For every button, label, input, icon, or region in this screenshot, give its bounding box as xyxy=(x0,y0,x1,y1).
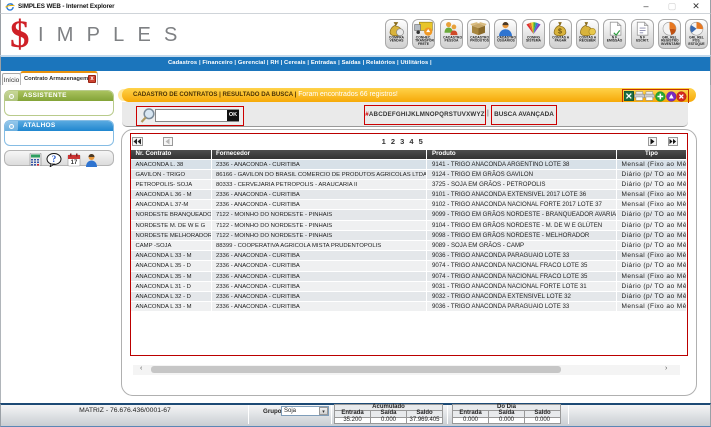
svg-text:$: $ xyxy=(558,27,562,35)
svg-text:17: 17 xyxy=(71,160,78,166)
svg-text:?: ? xyxy=(52,154,57,164)
